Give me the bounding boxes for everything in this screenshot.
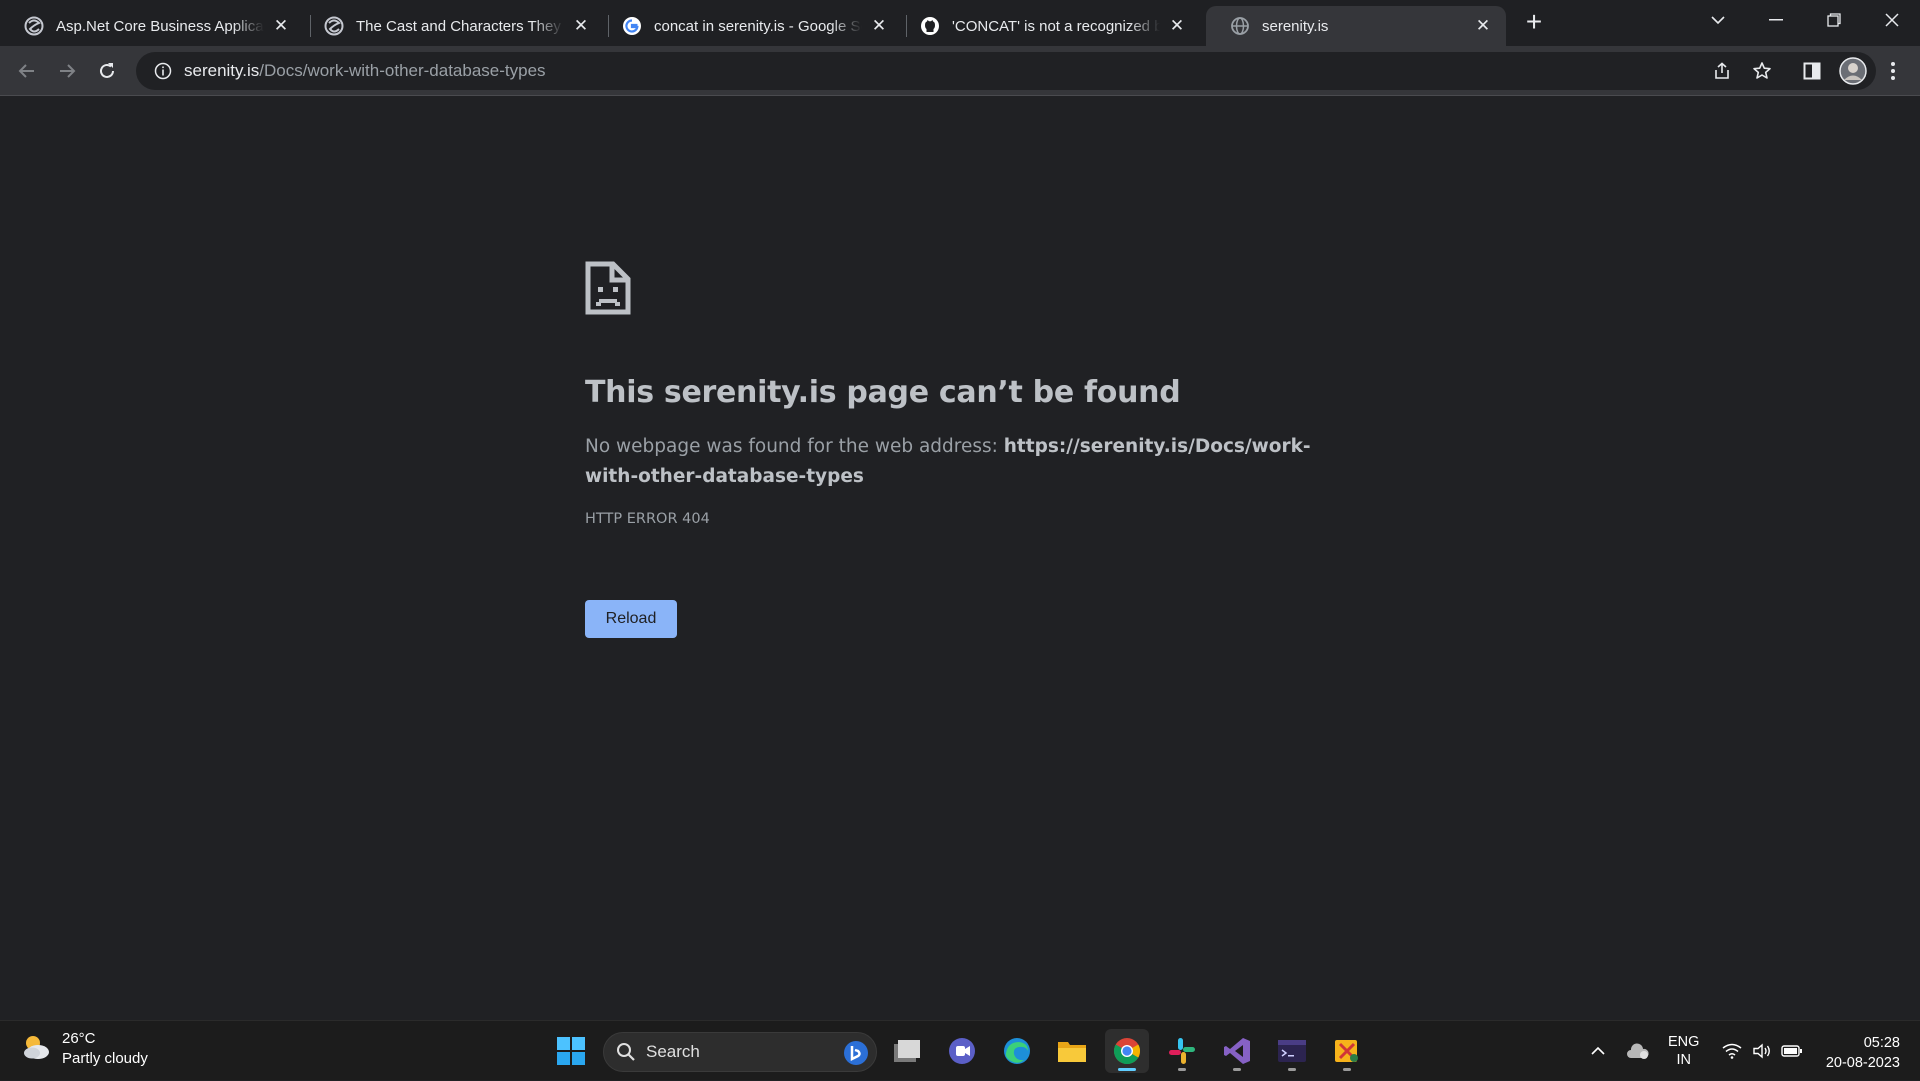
visual-studio-icon[interactable] <box>1215 1029 1259 1073</box>
tab-title: The Cast and Characters They Pla <box>356 17 564 35</box>
url-host: serenity.is <box>184 61 260 80</box>
error-desc-prefix: No webpage was found for the web address… <box>585 436 1004 457</box>
input-language-indicator[interactable]: ENG IN <box>1668 1033 1699 1069</box>
weather-text: 26°C Partly cloudy <box>62 1029 148 1069</box>
url-path: /Docs/work-with-other-database-types <box>259 61 546 80</box>
share-icon[interactable] <box>1705 54 1739 88</box>
language-code: ENG <box>1668 1034 1700 1050</box>
address-bar[interactable]: serenity.is/Docs/work-with-other-databas… <box>136 52 1876 90</box>
clock-date: 20-08-2023 <box>1825 1055 1900 1071</box>
back-button[interactable] <box>10 54 44 88</box>
profile-avatar[interactable] <box>1836 54 1870 88</box>
tab-title: Asp.Net Core Business Applicatio <box>56 17 264 35</box>
tab-strip: Asp.Net Core Business Applicatio ✕ The C… <box>0 0 1920 46</box>
close-tab-icon[interactable]: ✕ <box>1166 15 1188 37</box>
close-tab-icon[interactable]: ✕ <box>270 15 292 37</box>
weather-temp: 26°C <box>62 1030 96 1047</box>
teams-chat-icon[interactable] <box>940 1029 984 1073</box>
url-text: serenity.is/Docs/work-with-other-databas… <box>184 61 546 81</box>
reload-page-button[interactable] <box>90 54 124 88</box>
google-icon <box>622 16 642 36</box>
volume-icon[interactable] <box>1748 1021 1776 1081</box>
close-tab-icon[interactable]: ✕ <box>570 15 592 37</box>
chrome-browser-icon[interactable] <box>1105 1029 1149 1073</box>
globe-icon <box>1230 16 1250 36</box>
side-panel-icon[interactable] <box>1795 54 1829 88</box>
close-tab-icon[interactable]: ✕ <box>1472 15 1494 37</box>
page-title: This serenity.is page can’t be found <box>585 375 1181 410</box>
new-tab-button[interactable]: + <box>1518 6 1550 38</box>
tab-asp-net-core[interactable]: Asp.Net Core Business Applicatio ✕ <box>0 6 304 46</box>
running-app-indicator <box>1288 1068 1296 1071</box>
browser-toolbar: serenity.is/Docs/work-with-other-databas… <box>0 46 1920 96</box>
terminal-icon[interactable] <box>1270 1029 1314 1073</box>
tab-google-search[interactable]: concat in serenity.is - Google Sea ✕ <box>598 6 902 46</box>
serenity-icon <box>324 16 344 36</box>
search-label: Search <box>646 1042 700 1061</box>
language-region: IN <box>1676 1052 1691 1068</box>
task-view-icon[interactable] <box>885 1029 929 1073</box>
reload-button[interactable]: Reload <box>585 600 677 638</box>
clock-time: 05:28 <box>1863 1035 1900 1051</box>
sad-page-icon <box>585 261 631 315</box>
running-app-indicator <box>1178 1068 1186 1071</box>
tab-search-chevron-icon[interactable] <box>1690 0 1746 40</box>
more-menu-icon[interactable] <box>1876 54 1910 88</box>
taskbar-search[interactable]: Search <box>603 1032 877 1072</box>
error-description: No webpage was found for the web address… <box>585 432 1345 492</box>
tab-title: concat in serenity.is - Google Sea <box>654 17 862 35</box>
onedrive-cloud-icon[interactable] <box>1624 1021 1652 1081</box>
info-icon[interactable] <box>148 62 178 80</box>
search-icon <box>616 1042 636 1062</box>
minimize-button[interactable] <box>1748 0 1804 40</box>
forward-button[interactable] <box>50 54 84 88</box>
tab-github-issue[interactable]: 'CONCAT' is not a recognized bui ✕ <box>896 6 1200 46</box>
start-button[interactable] <box>549 1029 593 1073</box>
bing-icon[interactable] <box>842 1039 870 1067</box>
partly-cloudy-icon <box>20 1031 52 1068</box>
restore-button[interactable] <box>1806 0 1862 40</box>
wifi-icon[interactable] <box>1718 1021 1746 1081</box>
snipping-tool-icon[interactable] <box>1325 1029 1369 1073</box>
file-explorer-icon[interactable] <box>1050 1029 1094 1073</box>
running-app-indicator <box>1343 1068 1351 1071</box>
github-icon <box>920 16 940 36</box>
bookmark-star-icon[interactable] <box>1745 54 1779 88</box>
edge-browser-icon[interactable] <box>995 1029 1039 1073</box>
tab-cast-characters[interactable]: The Cast and Characters They Pla ✕ <box>300 6 604 46</box>
error-code: HTTP ERROR 404 <box>585 511 710 527</box>
close-tab-icon[interactable]: ✕ <box>868 15 890 37</box>
slack-icon[interactable] <box>1160 1029 1204 1073</box>
tab-title: 'CONCAT' is not a recognized bui <box>952 17 1160 35</box>
weather-condition: Partly cloudy <box>62 1050 148 1067</box>
system-clock[interactable]: 05:28 20-08-2023 <box>1826 1033 1900 1073</box>
show-hidden-icons-chevron-icon[interactable] <box>1586 1021 1610 1081</box>
tab-title: serenity.is <box>1262 17 1329 35</box>
weather-widget[interactable]: 26°C Partly cloudy <box>20 1029 148 1069</box>
active-app-indicator <box>1118 1068 1136 1071</box>
close-window-button[interactable] <box>1864 0 1920 40</box>
error-page: This serenity.is page can’t be found No … <box>0 97 1920 1020</box>
running-app-indicator <box>1233 1068 1241 1071</box>
serenity-icon <box>24 16 44 36</box>
battery-icon[interactable] <box>1778 1021 1806 1081</box>
tab-serenity-active[interactable]: serenity.is ✕ <box>1206 6 1506 46</box>
windows-taskbar: 26°C Partly cloudy Search ENG IN 05:28 2… <box>0 1020 1920 1080</box>
